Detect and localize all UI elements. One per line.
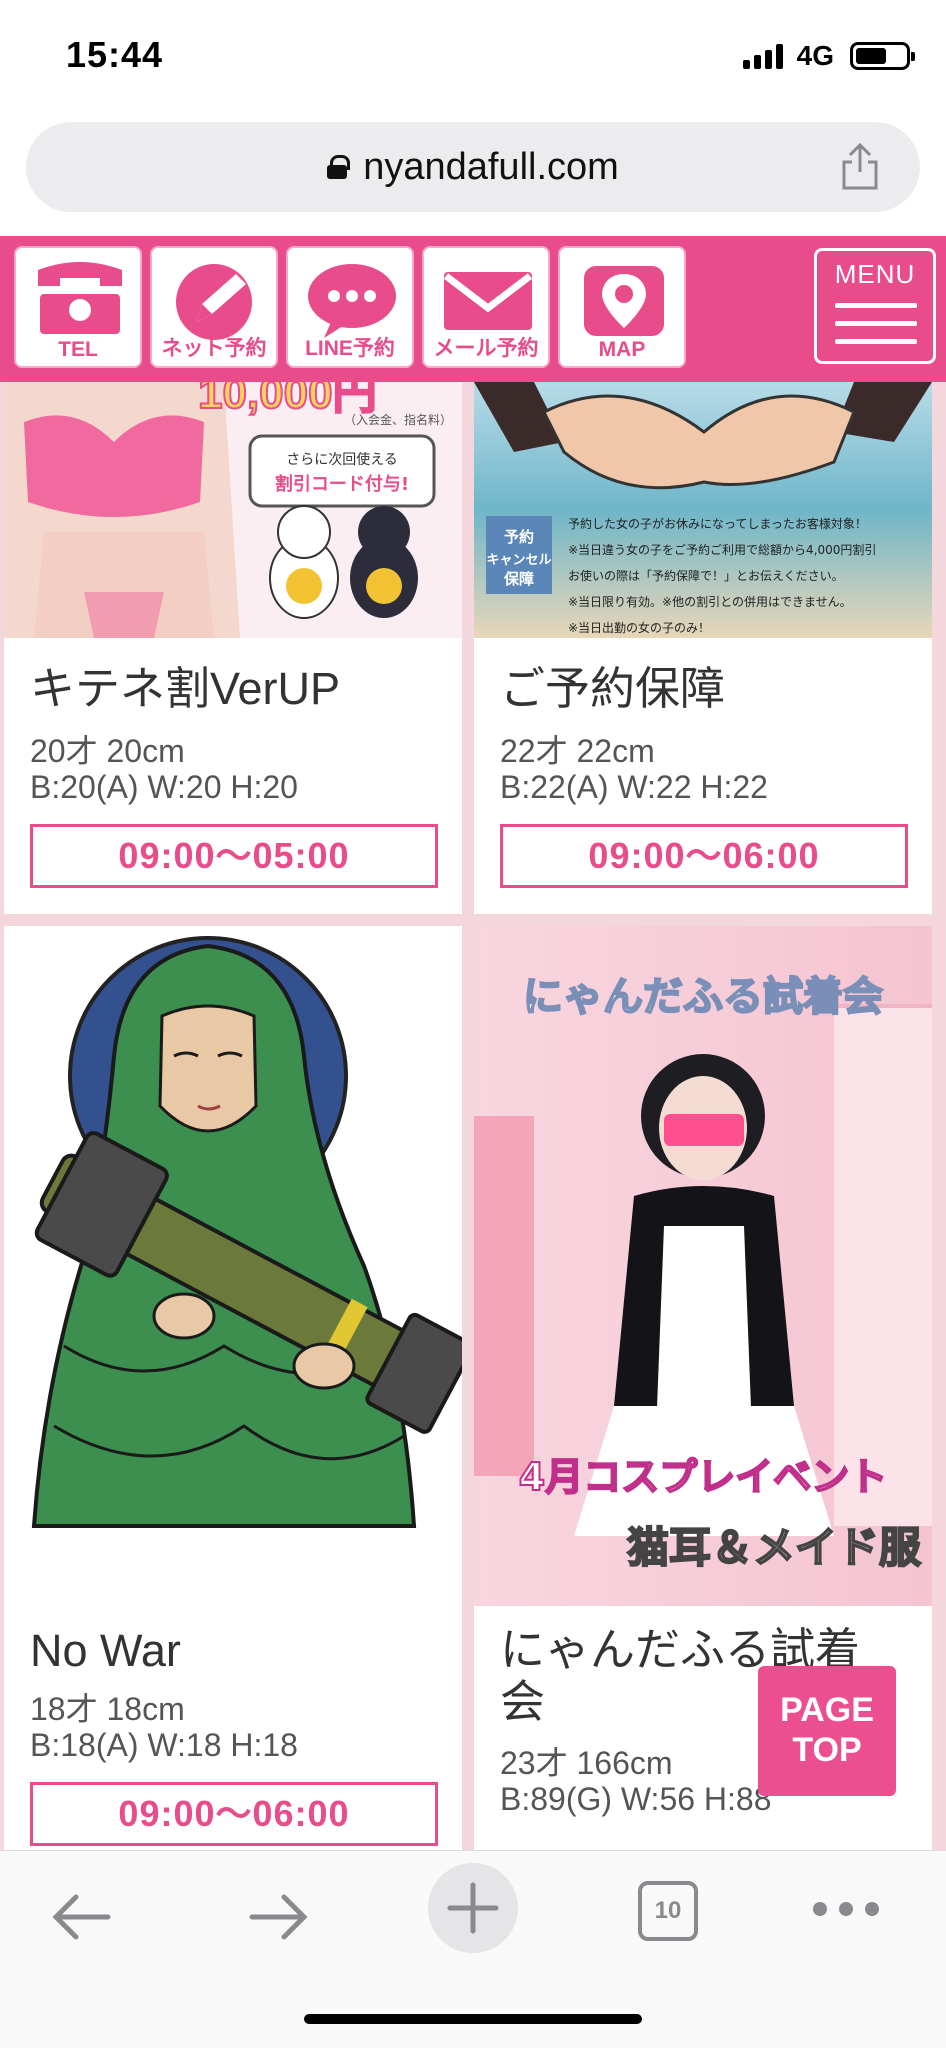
card-measurements: B:20(A) W:20 H:20 bbox=[30, 769, 298, 805]
plus-icon bbox=[447, 1882, 499, 1934]
mail-reserve-button[interactable]: メール予約 bbox=[422, 246, 550, 368]
map-button[interactable]: MAP bbox=[558, 246, 686, 368]
notice-line-5: ※当日出勤の女の子のみ！ bbox=[568, 620, 710, 635]
url-text: nyandafull.com bbox=[363, 145, 619, 188]
menu-label: MENU bbox=[834, 259, 916, 289]
pencil-icon bbox=[176, 264, 252, 340]
card-hours: 09:00〜05:00 bbox=[30, 824, 438, 888]
card-measurements: B:18(A) W:18 H:18 bbox=[30, 1727, 298, 1763]
notice-line-1: 予約した女の子がお休みになってしまったお客様対象！ bbox=[568, 516, 867, 531]
code-text-1: さらに次回使える bbox=[286, 451, 398, 468]
card-age-height: 18才 18cm bbox=[30, 1691, 185, 1727]
card-measurements: B:22(A) W:22 H:22 bbox=[500, 769, 768, 805]
map-label: MAP bbox=[598, 338, 646, 361]
status-indicators: 4G bbox=[742, 40, 915, 72]
line-reserve-button[interactable]: LINE予約 bbox=[286, 246, 414, 368]
line-reserve-label: LINE予約 bbox=[305, 337, 395, 360]
svg-text:保障: 保障 bbox=[503, 570, 534, 588]
card-title: No War bbox=[30, 1625, 181, 1676]
price-sub-text: （入会金、指名料） bbox=[344, 412, 452, 427]
event-image-fitting: にゃんだふる試着会 4月コスプレイベント 猫耳＆メイド服 bbox=[474, 926, 932, 1606]
page-top-label-1: PAGE bbox=[780, 1691, 874, 1729]
map-pin-icon bbox=[584, 266, 664, 336]
back-arrow-icon[interactable] bbox=[48, 1887, 116, 1947]
tab-count-button[interactable]: 10 bbox=[638, 1881, 698, 1941]
card-age-height: 20才 20cm bbox=[30, 733, 185, 769]
status-bar: 15:44 4G bbox=[0, 0, 946, 110]
fitting-headline: にゃんだふる試着会 bbox=[523, 974, 883, 1020]
new-tab-button[interactable] bbox=[428, 1863, 518, 1953]
card-title: キテネ割VerUP bbox=[30, 663, 341, 714]
event-card[interactable]: No War 18才 18cm B:18(A) W:18 H:18 09:00〜… bbox=[4, 926, 462, 1850]
card-age-height: 22才 22cm bbox=[500, 733, 655, 769]
forward-arrow-icon[interactable] bbox=[244, 1887, 312, 1947]
net-reserve-label: ネット予約 bbox=[161, 337, 267, 360]
home-indicator bbox=[304, 2014, 642, 2024]
notice-line-4: ※当日限り有効。※他の割引との併用はできません。 bbox=[568, 594, 852, 609]
tel-label: TEL bbox=[58, 338, 98, 361]
tel-button[interactable]: TEL bbox=[14, 246, 142, 368]
event-image-no-war bbox=[4, 926, 462, 1606]
page-top-label-2: TOP bbox=[792, 1731, 862, 1769]
card-hours: 09:00〜06:00 bbox=[500, 824, 908, 888]
battery-icon bbox=[850, 42, 915, 70]
notice-line-3: お使いの際は「予約保障で！」とお伝えください。 bbox=[568, 568, 844, 583]
telephone-icon bbox=[38, 262, 122, 334]
address-bar[interactable]: nyandafull.com bbox=[26, 122, 920, 212]
event-image-reservation: 予約 キャンセル 保障 予約した女の子がお休みになってしまったお客様対象！ ※当… bbox=[474, 382, 932, 638]
hamburger-icon bbox=[835, 303, 917, 308]
hamburger-line bbox=[835, 321, 917, 326]
menu-button[interactable]: MENU bbox=[814, 248, 936, 364]
card-measurements: B:89(G) W:56 H:88 bbox=[500, 1781, 772, 1817]
mail-reserve-label: メール予約 bbox=[433, 337, 539, 360]
event-image-kitene: 10,000円 （入会金、指名料） さらに次回使える 割引コード付与! bbox=[4, 382, 462, 638]
more-options-icon[interactable] bbox=[810, 1897, 882, 1921]
signal-strength-icon bbox=[742, 43, 783, 69]
card-hours: 09:00〜06:00 bbox=[30, 1782, 438, 1846]
badge-text: 予約 bbox=[504, 528, 534, 546]
card-title: ご予約保障 bbox=[500, 663, 726, 714]
net-reserve-button[interactable]: ネット予約 bbox=[150, 246, 278, 368]
site-header: TEL ネット予約 LINE予約 メール予約 MAP MENU bbox=[0, 236, 946, 382]
share-icon[interactable] bbox=[838, 142, 882, 192]
page-top-button[interactable]: PAGE TOP bbox=[758, 1666, 896, 1796]
web-content: TEL ネット予約 LINE予約 メール予約 MAP MENU 10,000円 … bbox=[0, 236, 946, 1850]
svg-text:キャンセル: キャンセル bbox=[486, 553, 551, 568]
event-sub-text: 猫耳＆メイド服 bbox=[627, 1523, 921, 1572]
event-card[interactable]: 予約 キャンセル 保障 予約した女の子がお休みになってしまったお客様対象！ ※当… bbox=[474, 382, 932, 914]
event-card[interactable]: 10,000円 （入会金、指名料） さらに次回使える 割引コード付与! キテネ割… bbox=[4, 382, 462, 914]
envelope-icon bbox=[443, 272, 533, 330]
card-age-height: 23才 166cm bbox=[500, 1745, 673, 1781]
status-time: 15:44 bbox=[66, 34, 164, 75]
notice-line-2: ※当日違う女の子をご予約ご利用で総額から4,000円割引 bbox=[568, 542, 876, 557]
code-text-2: 割引コード付与! bbox=[275, 473, 409, 495]
network-type: 4G bbox=[796, 40, 834, 71]
lock-icon bbox=[327, 155, 351, 179]
chat-bubble-icon bbox=[308, 264, 396, 338]
event-text: 4月コスプレイベント bbox=[519, 1455, 887, 1499]
hamburger-line bbox=[835, 339, 917, 344]
